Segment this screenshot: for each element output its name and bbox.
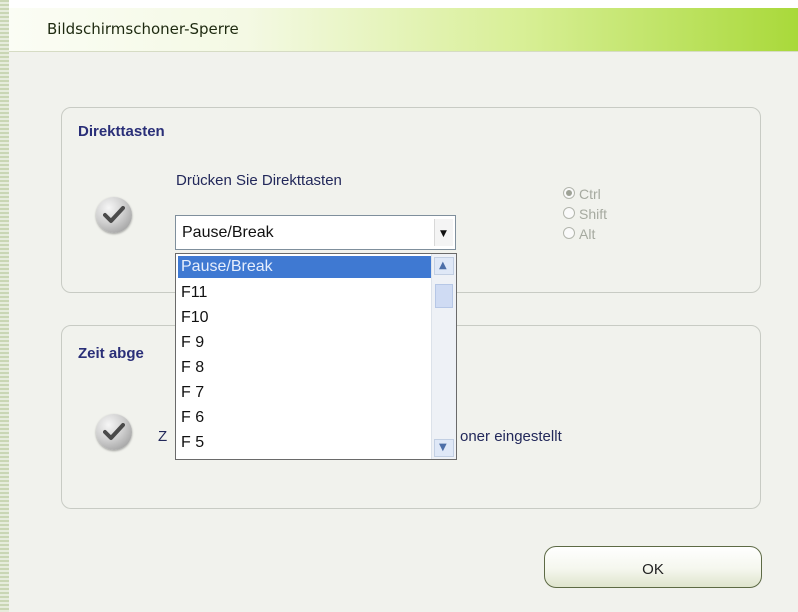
hotkey-dropdown-list[interactable]: Pause/Break F11 F10 F 9 F 8 F 7 F 6 F 5 … bbox=[175, 253, 457, 460]
ok-button-label: OK bbox=[642, 561, 664, 578]
modifier-radio-group: Ctrl Shift Alt bbox=[563, 186, 607, 246]
dropdown-option[interactable]: F 8 bbox=[178, 357, 431, 379]
dialog-window: Bildschirmschoner-Sperre Direkttasten Dr… bbox=[0, 0, 798, 612]
hotkeys-group-title: Direkttasten bbox=[78, 123, 165, 140]
timeout-group-title: Zeit abge bbox=[78, 345, 144, 362]
check-icon bbox=[96, 414, 132, 450]
hotkey-select-value: Pause/Break bbox=[182, 224, 274, 241]
modifier-label-shift: Shift bbox=[579, 206, 608, 222]
scroll-thumb[interactable] bbox=[435, 284, 453, 308]
modifier-label-ctrl: Ctrl bbox=[579, 186, 601, 202]
hotkeys-prompt-label: Drücken Sie Direkttasten bbox=[176, 172, 342, 189]
dropdown-option[interactable]: F 9 bbox=[178, 332, 431, 354]
modifier-label-alt: Alt bbox=[579, 226, 596, 242]
modifier-radio-ctrl[interactable]: Ctrl bbox=[563, 186, 607, 206]
window-title: Bildschirmschoner-Sperre bbox=[47, 20, 239, 38]
scroll-up-button[interactable]: ▲ bbox=[434, 257, 454, 275]
chevron-up-icon: ▲ bbox=[439, 260, 447, 271]
ok-button[interactable]: OK bbox=[544, 546, 762, 588]
chevron-down-icon: ▼ bbox=[440, 229, 447, 239]
dropdown-option[interactable]: F 6 bbox=[178, 407, 431, 429]
scroll-down-button[interactable]: ▼ bbox=[434, 439, 454, 457]
dropdown-option[interactable]: F11 bbox=[178, 282, 431, 304]
top-strip bbox=[0, 0, 798, 8]
title-bar[interactable]: Bildschirmschoner-Sperre bbox=[9, 8, 798, 52]
modifier-radio-shift[interactable]: Shift bbox=[563, 206, 607, 226]
dropdown-option[interactable]: F10 bbox=[178, 307, 431, 329]
radio-dot-ctrl[interactable] bbox=[563, 187, 575, 200]
dropdown-option[interactable]: F 7 bbox=[178, 382, 431, 404]
window-left-edge bbox=[0, 0, 9, 612]
dropdown-scrollbar[interactable]: ▲ ▼ bbox=[431, 254, 456, 459]
check-icon bbox=[96, 197, 132, 233]
dropdown-option[interactable]: F 5 bbox=[178, 432, 431, 454]
timeout-text-left: Z bbox=[158, 428, 168, 445]
hotkey-select[interactable]: Pause/Break ▼ bbox=[175, 215, 456, 250]
timeout-text-right: oner eingestellt bbox=[460, 428, 562, 445]
modifier-radio-alt[interactable]: Alt bbox=[563, 226, 607, 246]
dropdown-option[interactable]: Pause/Break bbox=[178, 256, 431, 278]
radio-dot-shift[interactable] bbox=[563, 207, 575, 220]
radio-dot-alt[interactable] bbox=[563, 227, 575, 240]
hotkey-select-arrow[interactable]: ▼ bbox=[434, 219, 453, 246]
chevron-down-icon: ▼ bbox=[439, 442, 447, 453]
